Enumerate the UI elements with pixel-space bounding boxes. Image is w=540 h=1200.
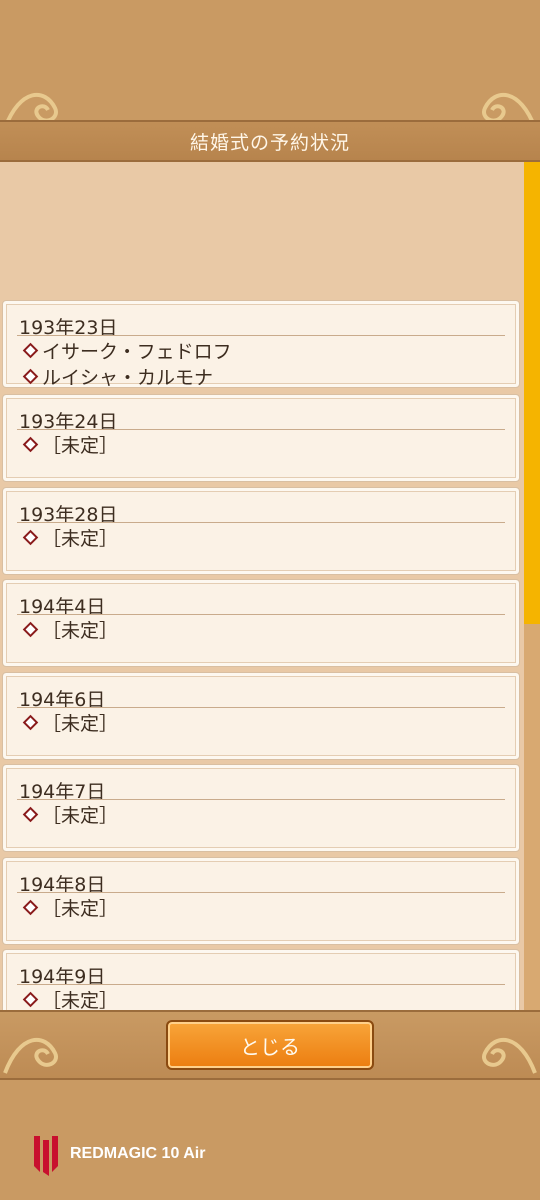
- diamond-icon: [22, 368, 39, 385]
- entry-divider: [17, 707, 505, 708]
- title-bar: 結婚式の予約状況: [0, 120, 540, 162]
- entry-person: ［未定］: [21, 616, 118, 643]
- brand-text: REDMAGIC 10 Air: [70, 1145, 206, 1162]
- ornament-bottom-left-icon: [0, 1018, 90, 1078]
- redmagic-logo-icon: [34, 1136, 58, 1176]
- entry-person: ［未定］: [21, 986, 118, 1010]
- list-item[interactable]: 194年7日 ［未定］: [2, 764, 520, 852]
- ornament-bottom-right-icon: [450, 1018, 540, 1078]
- list-item[interactable]: 193年28日 ［未定］: [2, 487, 520, 575]
- entry-status: ［未定］: [42, 990, 119, 1010]
- diamond-icon: [22, 991, 39, 1008]
- entry-person: イサーク・フェドロフ: [21, 337, 232, 364]
- entry-person: ［未定］: [21, 709, 118, 736]
- entry-person-name: ルイシャ・カルモナ: [42, 367, 214, 389]
- diamond-icon: [22, 714, 39, 731]
- entry-person: ［未定］: [21, 894, 118, 921]
- entry-status: ［未定］: [42, 713, 119, 735]
- list-item[interactable]: 194年6日 ［未定］: [2, 672, 520, 760]
- list-item[interactable]: 194年9日 ［未定］: [2, 949, 520, 1010]
- entry-person: ［未定］: [21, 801, 118, 828]
- list-item[interactable]: 194年8日 ［未定］: [2, 857, 520, 945]
- list-item[interactable]: 193年23日 イサーク・フェドロフ ルイシャ・カルモナ: [2, 300, 520, 390]
- entry-status: ［未定］: [42, 898, 119, 920]
- entry-status: ［未定］: [42, 805, 119, 827]
- device-watermark: REDMAGIC 10 Air: [30, 1132, 205, 1176]
- entry-status: ［未定］: [42, 620, 119, 642]
- entry-person-name: イサーク・フェドロフ: [42, 341, 232, 363]
- entry-status: ［未定］: [42, 435, 119, 457]
- entry-divider: [17, 335, 505, 336]
- diamond-icon: [22, 806, 39, 823]
- diamond-icon: [22, 529, 39, 546]
- diamond-icon: [22, 621, 39, 638]
- entry-status: ［未定］: [42, 528, 119, 550]
- entry-person: ルイシャ・カルモナ: [21, 363, 213, 390]
- diamond-icon: [22, 342, 39, 359]
- scrollbar-thumb[interactable]: [524, 162, 540, 624]
- reservation-list[interactable]: 193年23日 イサーク・フェドロフ ルイシャ・カルモナ 193年24日 ［未定…: [0, 162, 524, 1010]
- entry-person: ［未定］: [21, 431, 118, 458]
- list-blank-area: [0, 162, 524, 300]
- page-title: 結婚式の予約状況: [189, 131, 350, 154]
- entry-divider: [17, 984, 505, 985]
- diamond-icon: [22, 899, 39, 916]
- entry-divider: [17, 799, 505, 800]
- entry-divider: [17, 614, 505, 615]
- list-item[interactable]: 193年24日 ［未定］: [2, 394, 520, 482]
- close-button[interactable]: とじる: [166, 1020, 374, 1070]
- entry-divider: [17, 429, 505, 430]
- list-item[interactable]: 194年4日 ［未定］: [2, 579, 520, 667]
- diamond-icon: [22, 436, 39, 453]
- entry-person: ［未定］: [21, 524, 118, 551]
- entry-divider: [17, 522, 505, 523]
- entry-divider: [17, 892, 505, 893]
